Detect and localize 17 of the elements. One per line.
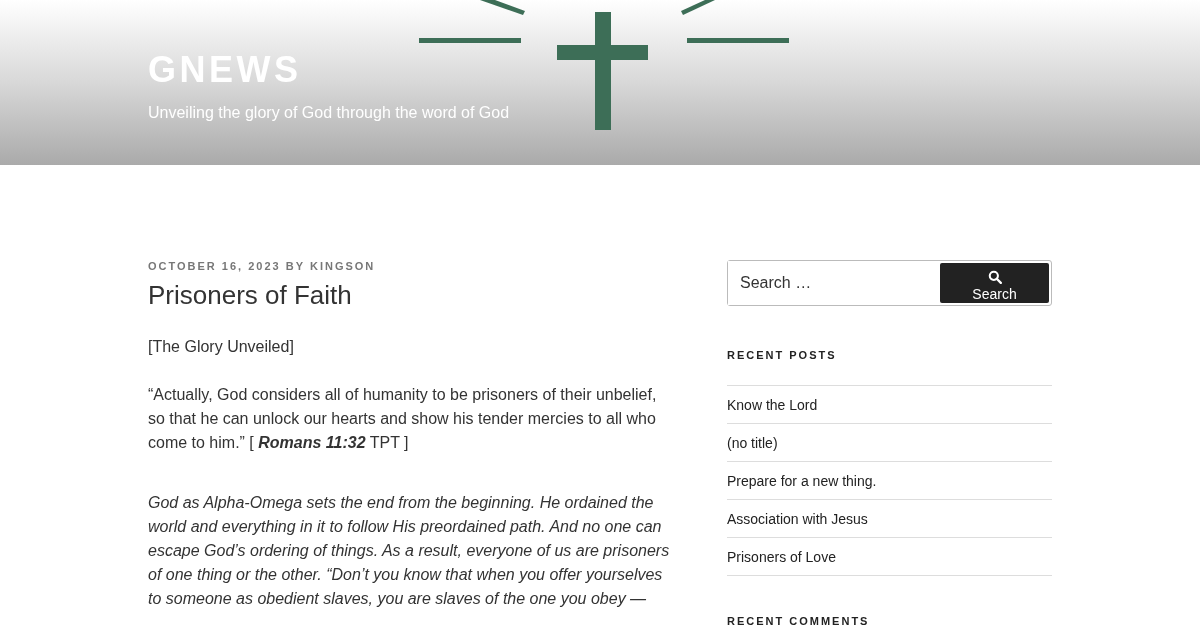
post-date[interactable]: OCTOBER 16, 2023: [148, 260, 281, 272]
search-button[interactable]: Search: [940, 263, 1049, 303]
post-paragraph: [The Glory Unveiled]: [148, 337, 295, 357]
search-field[interactable]: Search … Search: [727, 260, 1052, 306]
post-title: Prisoners of Faith: [148, 280, 353, 311]
post-paragraph: God as Alpha-Omega sets the end from the beginning. He ordained the world and everything in it to follow His preordained path. And no one can escape God’s ordering of things. As a result, everyone of us are prisoners of one thing or the other. “Don’t you know that when you offer yourselves to someone as obedient slaves, you are slaves of the one you obey —: [148, 493, 671, 609]
recent-post-link[interactable]: Prepare for a new thing.: [727, 473, 877, 489]
site-tagline: Unveiling the glory of God through the word of God: [148, 104, 510, 122]
section-heading: RECENT COMMENTS: [727, 616, 871, 627]
recent-post-link[interactable]: Prisoners of Love: [727, 549, 836, 565]
recent-post-link[interactable]: Know the Lord: [727, 397, 818, 413]
recent-post-link[interactable]: Association with Jesus: [727, 511, 868, 527]
author-link[interactable]: KINGSON: [309, 260, 376, 272]
byline-text: BY: [285, 260, 305, 272]
recent-post-link[interactable]: (no title): [727, 435, 778, 451]
section-heading: RECENT POSTS: [727, 350, 838, 361]
post-paragraph: “Actually, God considers all of humanity to be prisoners of their unbelief, so that he can unlock our hearts and show his tender mercies to all who come to him.” [ Romans 11:32 TPT ]: [148, 385, 658, 453]
